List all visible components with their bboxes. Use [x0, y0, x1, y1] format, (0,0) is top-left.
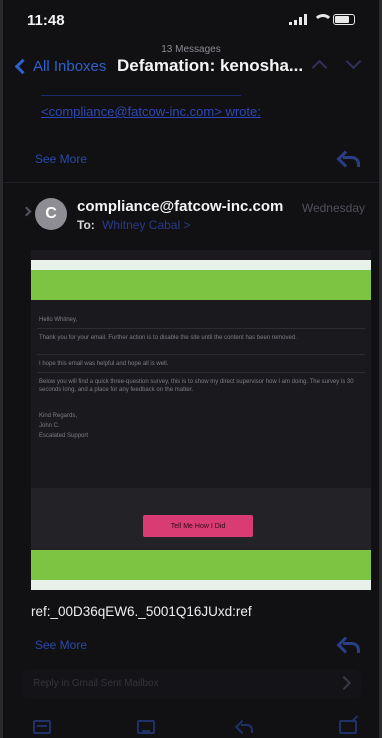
email-paragraph-1: Thank you for your email. Further action… — [39, 335, 297, 341]
banner-bottom-white — [31, 580, 371, 590]
reply-icon[interactable] — [337, 150, 360, 167]
recipient-name[interactable]: Whitney Cabal > — [102, 218, 190, 232]
compose-icon[interactable] — [339, 720, 357, 734]
archive-icon[interactable] — [33, 720, 51, 734]
reply-icon-bottom[interactable] — [337, 636, 360, 653]
cellular-signal-icon — [289, 14, 307, 25]
message-count: 13 Messages — [161, 44, 221, 55]
quoted-sender-link[interactable]: <compliance@fatcow-inc.com> wrote: — [41, 104, 261, 119]
banner-top-green — [31, 270, 371, 300]
quick-reply-placeholder: Reply in Gmail Sent Mailbox — [33, 678, 159, 689]
status-bar: 11:48 — [3, 0, 379, 40]
email-body: Hello Whitney, Thank you for your email.… — [31, 250, 371, 590]
sender-avatar: C — [35, 198, 67, 230]
chevron-left-icon — [14, 58, 31, 75]
status-time: 11:48 — [27, 12, 65, 29]
email-line — [37, 354, 365, 355]
email-signature-name: John C. — [39, 423, 60, 429]
message-divider — [3, 182, 379, 183]
back-label: All Inboxes — [33, 58, 107, 75]
reply-icon-toolbar[interactable] — [235, 720, 253, 734]
send-icon[interactable] — [336, 675, 352, 691]
next-message-icon[interactable] — [345, 53, 362, 70]
thread-subject: Defamation: kenosha... — [117, 56, 304, 75]
message-date: Wednesday — [301, 201, 365, 215]
email-greeting: Hello Whitney, — [39, 317, 78, 323]
see-more-link-bottom[interactable]: See More — [35, 638, 87, 652]
sender-address[interactable]: compliance@fatcow-inc.com — [77, 198, 283, 215]
email-paragraph-2: I hope this email was helpful and hope a… — [39, 361, 169, 367]
quick-reply-field[interactable]: Reply in Gmail Sent Mailbox — [21, 670, 361, 698]
mail-screen: 11:48 13 Messages All Inboxes Defamation… — [0, 0, 382, 738]
battery-icon — [333, 14, 355, 25]
chevron-right-icon[interactable] — [21, 206, 32, 217]
previous-message-icon[interactable] — [311, 59, 328, 76]
see-more-link[interactable]: See More — [35, 152, 87, 166]
email-line — [37, 372, 365, 373]
email-paragraph-3: Below you will find a quick three-questi… — [39, 379, 354, 393]
email-closing: Kind Regards, — [39, 413, 78, 419]
folder-icon[interactable] — [137, 720, 155, 734]
to-label: To: — [77, 218, 95, 232]
quoted-message: <compliance@fatcow-inc.com> wrote: — [41, 88, 365, 119]
recipient-row[interactable]: To: Whitney Cabal > — [77, 218, 191, 232]
case-reference: ref:_00D36qEW6._5001Q16JUxd:ref — [31, 604, 252, 619]
email-line — [37, 328, 365, 329]
navigation-bar: 13 Messages All Inboxes Defamation: keno… — [3, 42, 379, 84]
back-button[interactable]: All Inboxes — [14, 58, 107, 75]
system-icons — [289, 14, 355, 25]
bottom-toolbar — [3, 714, 379, 738]
banner-top-white — [31, 260, 371, 270]
wifi-icon — [313, 14, 333, 25]
quoted-divider — [41, 88, 241, 96]
banner-bottom-green — [31, 550, 371, 580]
email-signature-team: Escalated Support — [39, 433, 89, 439]
survey-button[interactable]: Tell Me How I Did — [143, 515, 253, 537]
